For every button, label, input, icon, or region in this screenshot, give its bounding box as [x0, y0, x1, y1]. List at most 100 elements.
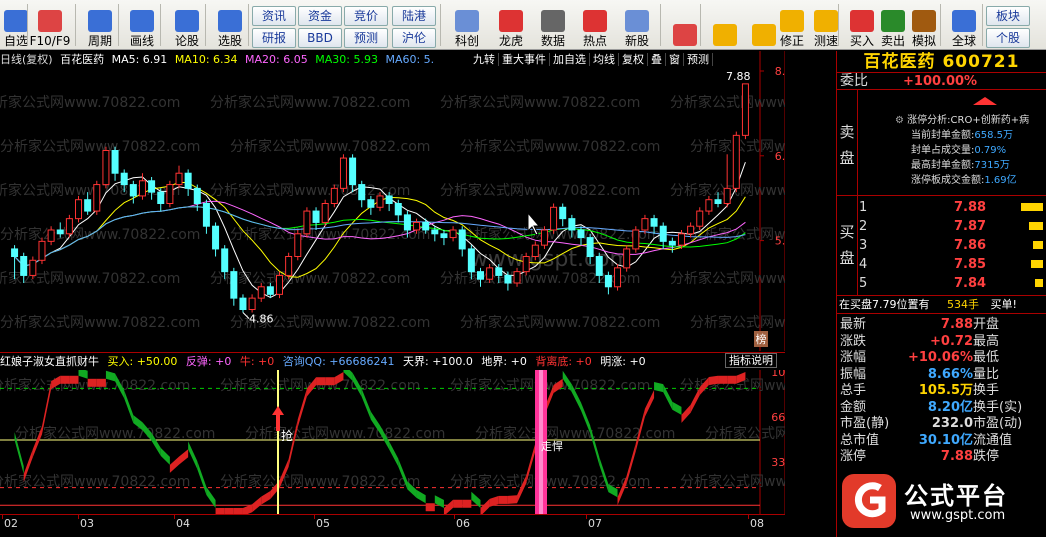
toolbar-small-button[interactable]: BBD	[298, 28, 342, 48]
candle[interactable]	[614, 264, 622, 291]
candle[interactable]	[540, 226, 548, 249]
quote-divider	[837, 313, 1046, 314]
candle[interactable]	[330, 184, 338, 208]
indicator-svg[interactable]: 分析家公式网www.70822.com 分析家公式网www.70822.com 分析…	[0, 370, 785, 514]
limit-up-value: 7315万	[974, 160, 1010, 171]
quote-value: 8.20亿	[927, 399, 973, 415]
toolbar-button-label: 测速	[813, 34, 838, 48]
toolbar-small-button[interactable]: 竞价	[344, 6, 388, 26]
price-tick-label: 5.81	[775, 235, 785, 248]
bid-row[interactable]: 4 7.85	[859, 255, 1046, 274]
collapse-icon[interactable]	[965, 95, 1005, 107]
candlestick-chart[interactable]: 分析家公式网www.70822.com 分析家公式网www.70822.com 分析…	[0, 51, 785, 351]
candle[interactable]	[65, 214, 73, 238]
watermark-text: 分析家公式网www.70822.com	[705, 425, 785, 442]
chart-mode[interactable]: 日线(复权)	[0, 53, 53, 66]
chart-tool-button[interactable]: 九转	[470, 53, 499, 66]
candle[interactable]	[623, 245, 631, 272]
limit-up-value: 0.79%	[974, 145, 1007, 156]
bid-row[interactable]: 3 7.86	[859, 236, 1046, 255]
chart-tool-button[interactable]: 均线	[590, 53, 619, 66]
toolbar-button-gauge[interactable]: 选股	[210, 2, 250, 48]
limit-up-title-text: 涨停分析:CRO+创新药+病	[907, 115, 1030, 126]
toolbar-button-grid[interactable]	[665, 2, 705, 48]
candle[interactable]	[93, 180, 101, 215]
candle[interactable]	[166, 180, 174, 208]
toolbar-button-fire[interactable]: 热点	[575, 2, 615, 48]
candle[interactable]	[339, 154, 347, 193]
toolbar-button-clock[interactable]: 周期	[80, 2, 120, 48]
toolbar-small-button[interactable]: 资讯	[252, 6, 296, 26]
toolbar-button-globe[interactable]: 全球	[944, 2, 984, 48]
weibi-row: 委比 +100.00%	[837, 73, 1046, 90]
bid-divider	[837, 295, 1046, 296]
forum-icon	[175, 10, 199, 32]
chart-tool-button[interactable]: 加自选	[550, 53, 590, 66]
toolbar-button-hammer[interactable]: 模拟	[904, 2, 944, 48]
candle[interactable]	[321, 199, 329, 227]
toolbar-button-pe[interactable]: 数据	[533, 2, 573, 48]
chart-tool-button[interactable]: 叠	[648, 53, 666, 66]
toolbar-button-label: 卖出	[880, 34, 905, 48]
chart-tool-button[interactable]: 窗	[666, 53, 684, 66]
candle[interactable]	[38, 237, 46, 265]
candle[interactable]	[522, 252, 530, 276]
toolbar-separator	[440, 4, 441, 46]
candle[interactable]	[276, 271, 284, 299]
globe-icon	[952, 10, 976, 32]
watermark-text: 分析家公式网www.70822.com	[440, 94, 640, 111]
toolbar-small-button[interactable]: 沪伦	[392, 28, 436, 48]
chart-tool-button[interactable]: 重大事件	[499, 53, 550, 66]
watermark-text: 分析家公式网www.70822.com	[440, 182, 640, 199]
candlestick-svg[interactable]: 分析家公式网www.70822.com 分析家公式网www.70822.com 分析…	[0, 51, 785, 351]
toolbar-button-sci[interactable]: 科创	[447, 2, 487, 48]
candle[interactable]	[303, 207, 311, 238]
candle[interactable]	[632, 226, 640, 253]
oscillator-ribbon	[316, 377, 326, 386]
candle[interactable]	[732, 131, 740, 193]
bid-row[interactable]: 2 7.87	[859, 217, 1046, 236]
high-price-label: 7.88	[726, 70, 751, 83]
quote-key-secondary: 最高	[973, 333, 1000, 349]
candle[interactable]	[285, 252, 293, 280]
candle[interactable]	[29, 256, 37, 280]
oscillator-ribbon	[87, 378, 97, 387]
chart-tool-button[interactable]: 预测	[684, 53, 713, 66]
toolbar-small-button[interactable]: 板块	[986, 6, 1030, 26]
bid-level: 5	[859, 276, 868, 291]
quote-key-secondary: 市盈(动)	[973, 416, 1023, 431]
toolbar-button-newstock[interactable]: 新股	[617, 2, 657, 48]
watermark-text: 分析家公式网www.70822.com	[460, 138, 660, 155]
toolbar-button-f10[interactable]: F10/F9	[30, 2, 70, 48]
quote-value: +10.06%	[907, 350, 973, 365]
gauge-icon	[218, 10, 242, 32]
price-tick-label: 6.93	[775, 150, 785, 163]
candle[interactable]	[550, 203, 558, 234]
bid-level: 3	[859, 238, 868, 253]
toolbar-small-button[interactable]: 研报	[252, 28, 296, 48]
pencil-icon	[130, 10, 154, 32]
time-tick-label: 06	[456, 517, 470, 530]
toolbar-button-speed[interactable]: 测速	[806, 2, 846, 48]
toolbar-small-button[interactable]: 资金	[298, 6, 342, 26]
toolbar-small-button[interactable]: 陆港	[392, 6, 436, 26]
toolbar-separator	[160, 4, 161, 46]
candle[interactable]	[741, 83, 749, 140]
candle[interactable]	[696, 207, 704, 230]
chart-tool-button[interactable]: 复权	[619, 53, 648, 66]
candle[interactable]	[75, 195, 83, 223]
indicator-tick-label: 33.80	[771, 456, 785, 469]
indicator-name[interactable]: 红娘子淑女直抓财牛	[0, 355, 99, 368]
toolbar-small-button[interactable]: 预测	[344, 28, 388, 48]
bid-row[interactable]: 1 7.88	[859, 198, 1046, 217]
bid-row[interactable]: 5 7.84	[859, 274, 1046, 293]
toolbar-small-button[interactable]: 个股	[986, 28, 1030, 48]
bid-level: 1	[859, 200, 868, 215]
toolbar-button-dragon[interactable]: 龙虎	[491, 2, 531, 48]
candle[interactable]	[294, 230, 302, 261]
toolbar-button-arrow-left[interactable]	[705, 2, 745, 48]
candle[interactable]	[102, 146, 110, 189]
toolbar-button-forum[interactable]: 论股	[167, 2, 207, 48]
toolbar-button-pencil[interactable]: 画线	[122, 2, 162, 48]
indicator-help-button[interactable]: 指标说明	[725, 353, 777, 368]
